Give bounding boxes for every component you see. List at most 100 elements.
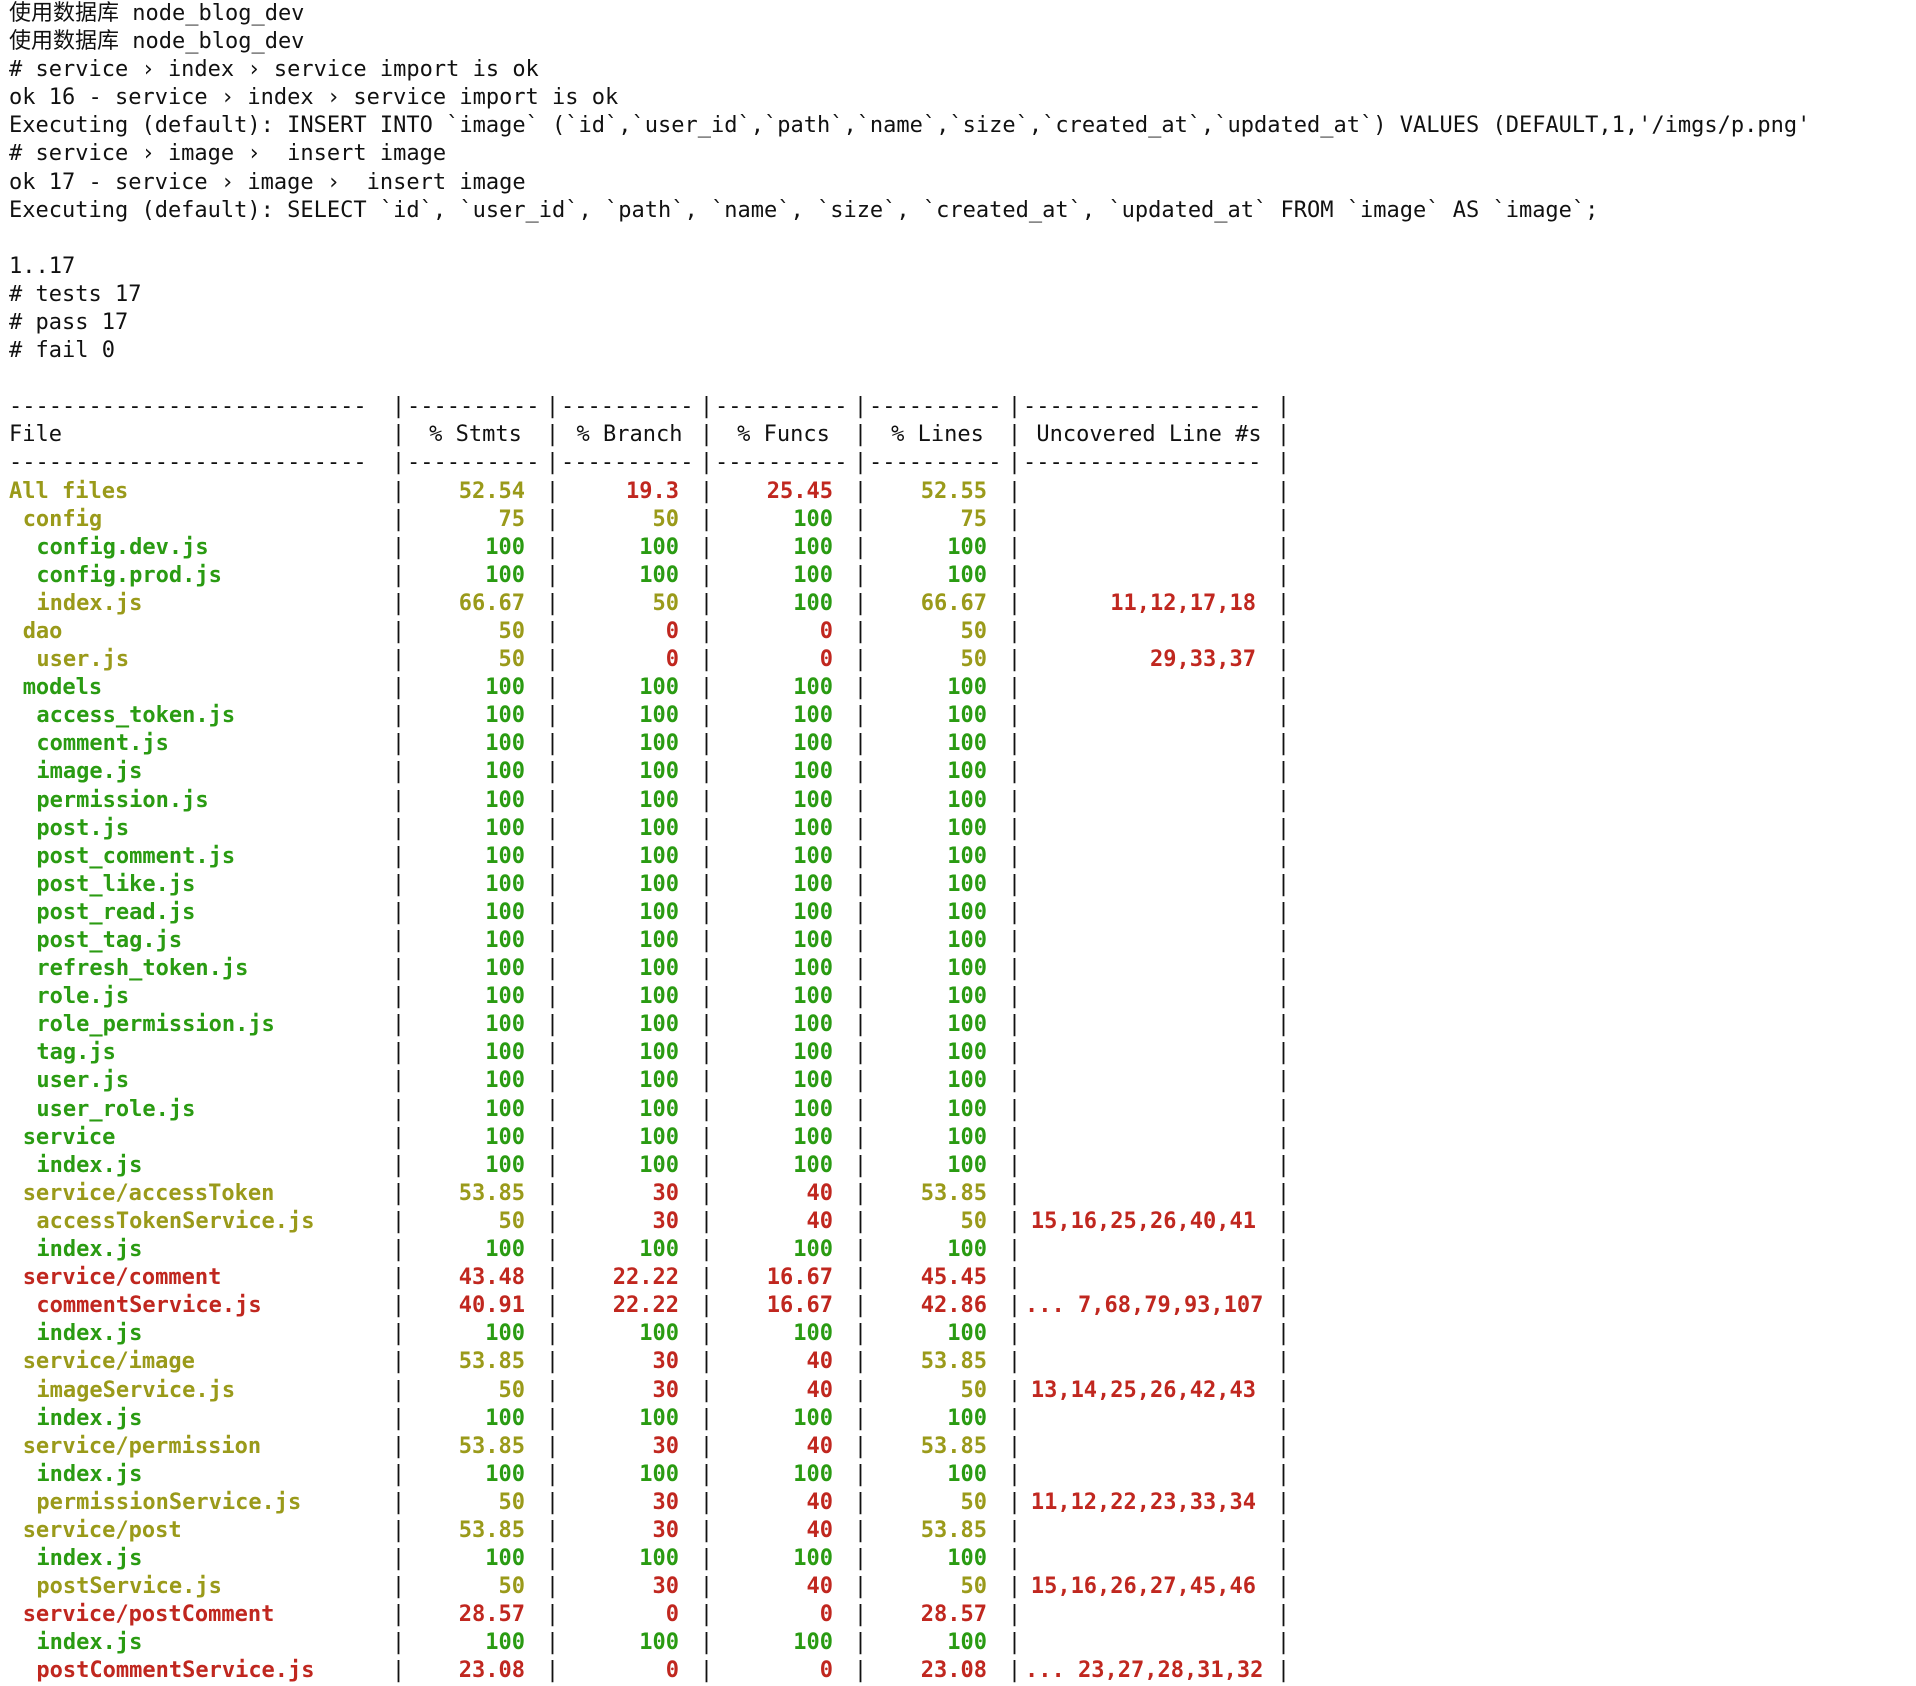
column-separator: | [1276, 506, 1291, 532]
file-name: config [22, 506, 103, 532]
column-separator: | [1276, 618, 1291, 644]
column-separator: | [1276, 450, 1291, 476]
column-separator: | [545, 956, 560, 982]
divider-segment: ---------- [869, 394, 1002, 420]
divider-segment: ---------- [715, 450, 848, 476]
funcs-value: 40 [806, 1433, 834, 1459]
column-separator: | [853, 618, 868, 644]
column-separator: | [699, 618, 714, 644]
column-separator: | [853, 675, 868, 701]
funcs-value: 40 [806, 1517, 834, 1543]
uncovered-lines [1023, 1601, 1275, 1629]
branch-value: 100 [639, 1321, 679, 1347]
lines-value: 100 [947, 1012, 987, 1038]
lines-value: 100 [947, 731, 987, 757]
column-separator: | [391, 534, 406, 560]
uncovered-lines [1023, 534, 1275, 562]
uncovered-lines [1023, 1039, 1275, 1067]
column-separator: | [1276, 534, 1291, 560]
column-separator: | [853, 1574, 868, 1600]
lines-value: 53.85 [920, 1349, 987, 1375]
column-separator: | [699, 1517, 714, 1543]
column-separator: | [1276, 1517, 1291, 1543]
branch-value: 30 [652, 1517, 680, 1543]
column-separator: | [545, 928, 560, 953]
lines-value: 100 [947, 534, 987, 560]
file-name: service/postComment [22, 1602, 275, 1628]
column-separator: | [699, 1124, 714, 1150]
branch-value: 100 [639, 899, 679, 925]
column-separator: | [1276, 787, 1291, 813]
funcs-value: 100 [793, 787, 833, 813]
file-name: permission.js [36, 787, 209, 813]
table-row: All files | 52.54 | 19.3 | 25.45 | 52.55 | | [9, 478, 1916, 506]
column-separator: | [545, 1405, 560, 1431]
branch-value: 100 [639, 1068, 679, 1094]
file-name: role.js [36, 984, 130, 1010]
file-name: index.js [36, 1546, 143, 1572]
uncovered-lines [1023, 1405, 1275, 1433]
table-row: comment.js | 100 | 100 | 100 | 100 | | [9, 730, 1916, 758]
column-separator: | [1276, 1377, 1291, 1403]
uncovered-lines [1023, 674, 1275, 702]
column-separator: | [699, 1068, 714, 1094]
stmts-value: 75 [498, 506, 526, 532]
column-separator: | [699, 703, 714, 729]
column-separator: | [853, 1489, 868, 1515]
branch-value: 0 [665, 647, 679, 673]
branch-value: 100 [639, 1096, 679, 1122]
funcs-value: 0 [819, 1658, 833, 1684]
column-separator: | [545, 1602, 560, 1628]
table-row: service/permission | 53.85 | 30 | 40 | 53.85 | | [9, 1433, 1916, 1461]
branch-value: 22.22 [612, 1293, 679, 1319]
column-separator: | [853, 478, 868, 504]
column-separator: | [699, 590, 714, 616]
column-separator: | [1276, 478, 1291, 504]
stmts-value: 100 [485, 1040, 525, 1066]
column-separator: | [699, 1461, 714, 1487]
column-separator: | [853, 1237, 868, 1263]
log-line: ok 16 - service › index › service import… [9, 85, 619, 111]
column-separator: | [391, 1124, 406, 1150]
column-separator: | [391, 1574, 406, 1600]
branch-value: 100 [639, 562, 679, 588]
column-separator: | [853, 1517, 868, 1543]
file-name: service/accessToken [22, 1180, 275, 1206]
uncovered-lines [1023, 562, 1275, 590]
file-name: tag.js [36, 1040, 116, 1066]
stmts-value: 53.85 [458, 1517, 525, 1543]
file-name: accessTokenService.js [36, 1208, 315, 1234]
file-name: post_read.js [36, 899, 196, 925]
divider-segment: ---------- [561, 450, 694, 476]
column-separator: | [853, 590, 868, 616]
lines-value: 100 [947, 1321, 987, 1347]
table-row: permissionService.js | 50 | 30 | 40 | 50 | 11,12,2… [9, 1489, 1916, 1517]
file-name: permissionService.js [36, 1489, 302, 1515]
log-line: 1..17 [9, 253, 76, 279]
column-separator: | [699, 1658, 714, 1684]
lines-value: 100 [947, 956, 987, 982]
funcs-value: 16.67 [766, 1293, 833, 1319]
funcs-value: 40 [806, 1349, 834, 1375]
lines-value: 100 [947, 1096, 987, 1122]
column-separator: | [1276, 731, 1291, 757]
stmts-value: 100 [485, 928, 525, 953]
funcs-value: 40 [806, 1377, 834, 1403]
file-name: user.js [36, 647, 130, 673]
branch-value: 30 [652, 1208, 680, 1234]
column-separator: | [545, 703, 560, 729]
column-separator: | [853, 1152, 868, 1178]
column-separator: | [1007, 1433, 1022, 1459]
lines-value: 100 [947, 871, 987, 897]
file-name: commentService.js [36, 1293, 262, 1319]
branch-value: 100 [639, 675, 679, 701]
lines-value: 100 [947, 1237, 987, 1263]
column-separator: | [545, 815, 560, 841]
column-separator: | [853, 928, 868, 953]
column-separator: | [699, 647, 714, 673]
column-separator: | [391, 1630, 406, 1656]
column-separator: | [853, 1180, 868, 1206]
table-row: post_tag.js | 100 | 100 | 100 | 100 | | [9, 927, 1916, 955]
column-separator: | [699, 1321, 714, 1347]
column-separator: | [391, 618, 406, 644]
